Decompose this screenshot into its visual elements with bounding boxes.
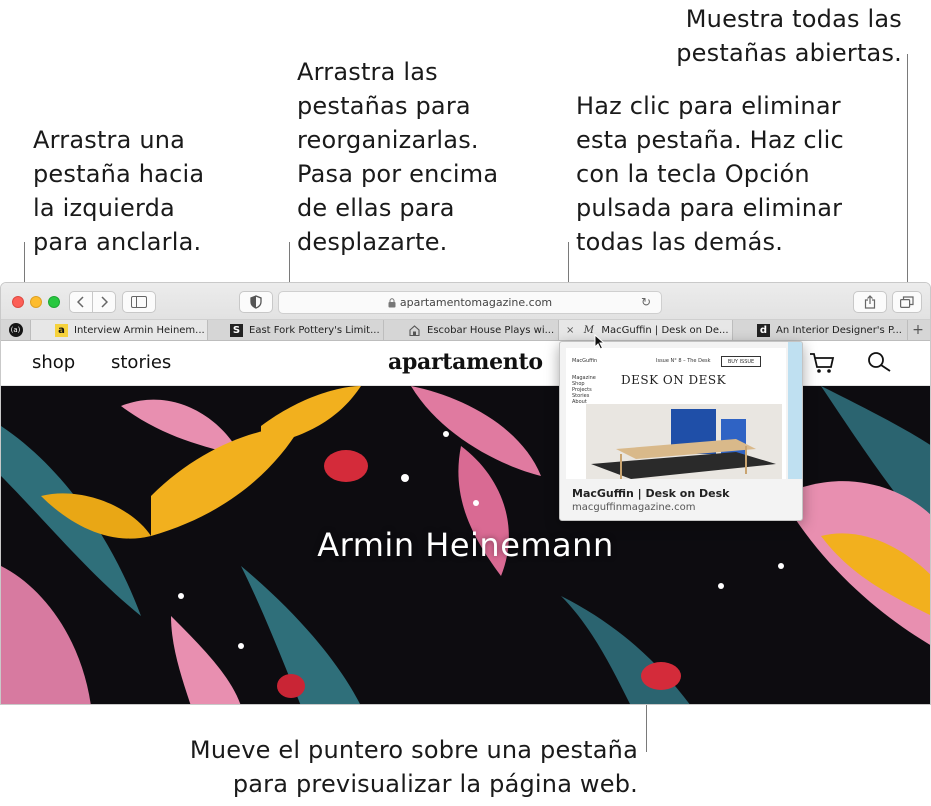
callout-line: pestañas para	[297, 92, 471, 120]
house-icon	[409, 324, 420, 336]
leader-line-show-all	[907, 54, 908, 294]
callout-line: Arrastra las	[297, 58, 438, 86]
preview-url: macguffinmagazine.com	[572, 502, 696, 513]
share-icon	[864, 295, 876, 309]
preview-buy-button: BUY ISSUE	[721, 356, 761, 367]
callout-line: desplazarte.	[297, 228, 448, 256]
preview-heading: DESK ON DESK	[621, 373, 727, 387]
tab-title: Interview Armin Heinem...	[74, 324, 205, 336]
tab-1[interactable]: a Interview Armin Heinem...	[31, 320, 208, 340]
back-button[interactable]	[69, 291, 93, 313]
callout-preview-tab: Mueve el puntero sobre una pestaña para …	[190, 733, 638, 801]
favicon-s: S	[230, 323, 243, 337]
address-text: apartamentomagazine.com	[399, 296, 553, 309]
callout-line: Arrastra una	[33, 126, 186, 154]
tab-bar: (a) a Interview Armin Heinem... S East F…	[1, 320, 930, 341]
callout-reorder-tabs: Arrastra las pestañas para reorganizarla…	[297, 55, 498, 259]
nav-shop-link[interactable]: shop	[32, 352, 75, 373]
tab-3[interactable]: Escobar House Plays wi...	[384, 320, 559, 340]
callout-line: pulsada para eliminar	[576, 194, 843, 222]
callout-close-tab: Haz clic para eliminar esta pestaña. Haz…	[576, 89, 844, 259]
callout-line: con la tecla Opción	[576, 160, 810, 188]
tab-5[interactable]: d An Interior Designer's P...	[733, 320, 908, 340]
share-button[interactable]	[853, 291, 887, 313]
tab-4-hovered[interactable]: × M MacGuffin | Desk on De...	[559, 320, 733, 340]
reload-icon[interactable]: ↻	[641, 295, 651, 309]
tab-title: Escobar House Plays wi...	[427, 324, 555, 336]
callout-line: de ellas para	[297, 194, 455, 222]
favicon-d: d	[757, 323, 770, 337]
zoom-window-button[interactable]	[48, 296, 60, 308]
hero-title: Armin Heinemann	[317, 526, 614, 564]
callout-show-all-tabs: Muestra todas las pestañas abiertas.	[676, 2, 902, 70]
callout-line: Pasa por encima	[297, 160, 499, 188]
sidebar-icon	[131, 296, 147, 308]
callout-line: pestañas abiertas.	[676, 39, 902, 67]
site-logo[interactable]: apartamento	[388, 349, 543, 375]
close-tab-icon[interactable]: ×	[566, 325, 574, 336]
privacy-report-button[interactable]	[239, 291, 273, 313]
favicon-a: a	[55, 323, 68, 337]
preview-thumbnail: MacGuffin Issue N° 8 – The Desk BUY ISSU…	[566, 348, 786, 479]
preview-issue-label: Issue N° 8 – The Desk	[656, 358, 711, 364]
new-tab-button[interactable]: +	[906, 320, 930, 340]
callout-line: para previsualizar la página web.	[232, 770, 638, 798]
preview-side-strip	[788, 342, 802, 479]
toolbar: apartamentomagazine.com ↻	[1, 283, 930, 320]
callout-line: todas las demás.	[576, 228, 784, 256]
chevron-left-icon	[77, 296, 84, 308]
callout-line: para anclarla.	[33, 228, 202, 256]
callout-line: reorganizarlas.	[297, 126, 479, 154]
preview-site-label: MacGuffin	[572, 358, 598, 364]
preview-desk-photo	[586, 404, 782, 479]
sidebar-button[interactable]	[122, 291, 156, 313]
tab-title: East Fork Pottery's Limit...	[249, 324, 380, 336]
minimize-window-button[interactable]	[30, 296, 42, 308]
tab-overview-icon	[900, 296, 914, 308]
cart-icon[interactable]	[809, 352, 835, 374]
callout-line: Haz clic para eliminar	[576, 92, 841, 120]
pinned-tab[interactable]: (a)	[1, 320, 31, 340]
tab-title: An Interior Designer's P...	[776, 324, 902, 336]
tab-title: MacGuffin | Desk on De...	[601, 324, 729, 336]
mouse-pointer-icon	[594, 334, 606, 350]
shield-icon	[250, 295, 262, 309]
show-all-tabs-button[interactable]	[892, 291, 922, 313]
address-bar[interactable]: apartamentomagazine.com ↻	[278, 291, 662, 314]
callout-pin-tab: Arrastra una pestaña hacia la izquierda …	[33, 123, 204, 259]
close-window-button[interactable]	[12, 296, 24, 308]
callout-line: Muestra todas las	[685, 5, 902, 33]
chevron-right-icon	[101, 296, 108, 308]
forward-button[interactable]	[92, 291, 116, 313]
preview-title: MacGuffin | Desk on Desk	[572, 487, 730, 500]
tab-preview-popover[interactable]: MacGuffin Issue N° 8 – The Desk BUY ISSU…	[559, 341, 803, 521]
callout-line: esta pestaña. Haz clic	[576, 126, 844, 154]
tab-2[interactable]: S East Fork Pottery's Limit...	[208, 320, 384, 340]
search-icon[interactable]	[867, 351, 893, 373]
preview-menu-item: About	[572, 399, 587, 405]
nav-stories-link[interactable]: stories	[111, 352, 171, 373]
lock-icon	[388, 297, 396, 307]
callout-line: Mueve el puntero sobre una pestaña	[189, 736, 638, 764]
callout-line: la izquierda	[33, 194, 175, 222]
callout-line: pestaña hacia	[33, 160, 205, 188]
pinned-tab-favicon: (a)	[8, 323, 23, 337]
